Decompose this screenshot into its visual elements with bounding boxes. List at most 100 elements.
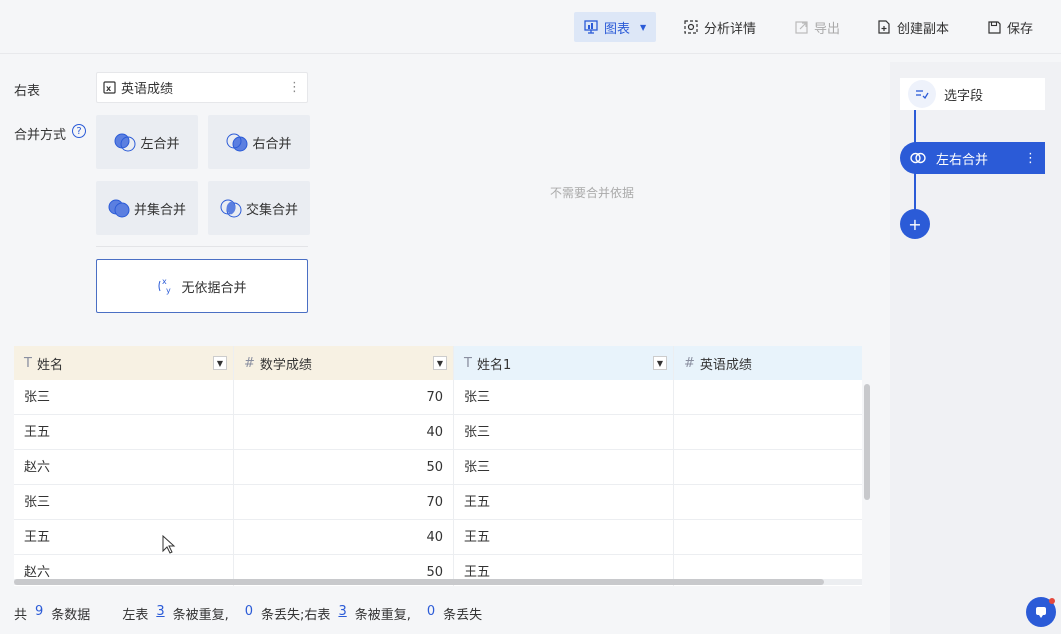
right-table-select[interactable]: x 英语成绩 ⋮ [96,72,308,103]
horizontal-scrollbar[interactable] [14,579,824,585]
column-header-english[interactable]: # 英语成绩 [674,346,862,380]
cell[interactable]: 张三 [454,450,674,485]
step-select-fields[interactable]: 选字段 [900,78,1045,110]
cell[interactable]: 70 [234,380,454,415]
number-type-icon: # [244,355,255,371]
analysis-icon [684,20,698,34]
left-merge-button[interactable]: 左合并 [96,115,198,169]
cell[interactable] [674,485,862,520]
table-row: 王五 40 张三 [14,415,862,450]
copy-icon [878,20,890,34]
xy-icon: xy [158,277,171,295]
chart-icon [584,20,598,34]
cell[interactable]: 张三 [14,485,234,520]
total-suffix: 条数据 [51,608,91,623]
union-merge-button[interactable]: 并集合并 [96,181,198,235]
divider [96,246,308,247]
left-merge-label: 左合并 [140,136,180,152]
excel-icon: x [103,81,116,94]
cell[interactable]: 王五 [14,520,234,555]
status-footer: 共 9 条数据 左表 3 条被重复, 0 条丢失; 右表 3 条被重复, 0 条… [14,604,482,623]
column-name: 姓名1 [476,357,512,373]
export-icon [795,20,808,34]
intersect-merge-button[interactable]: 交集合并 [208,181,310,235]
analysis-details-button[interactable]: 分析详情 [684,12,756,42]
cell[interactable]: 张三 [454,380,674,415]
dropdown-icon[interactable]: ▼ [653,356,667,370]
toolbar: 图表 ▼ 分析详情 导出 创建副本 保存 [0,0,1061,54]
right-table-label: 右表 [304,608,331,623]
chart-button[interactable]: 图表 ▼ [574,12,657,42]
svg-text:y: y [166,286,171,295]
column-header-name1[interactable]: T 姓名1 ▼ [454,346,674,380]
table-row: 王五 40 王五 [14,520,862,555]
cell[interactable]: 张三 [14,380,234,415]
right-merge-button[interactable]: 右合并 [208,115,310,169]
merge-mode-label: 合并方式 [14,128,67,143]
chevron-down-icon: ▼ [640,22,647,32]
more-icon[interactable]: ⋮ [1024,151,1037,166]
cell[interactable]: 王五 [454,520,674,555]
column-header-math[interactable]: # 数学成绩 ▼ [234,346,454,380]
create-copy-button[interactable]: 创建副本 [877,12,949,42]
analysis-label: 分析详情 [704,21,757,37]
left-table-label: 左表 [122,608,149,623]
no-basis-merge-button[interactable]: xy 无依据合并 [96,259,308,313]
text-type-icon: T [24,355,32,371]
dup-suffix: 条被重复, [354,608,411,623]
notification-dot [1049,598,1055,604]
column-name: 姓名 [36,357,63,373]
column-header-name[interactable]: T 姓名 ▼ [14,346,234,380]
lost-suffix: 条丢失 [443,608,483,623]
cell[interactable]: 70 [234,485,454,520]
table-row: 张三 70 王五 [14,485,862,520]
cell[interactable] [674,415,862,450]
cell[interactable]: 王五 [14,415,234,450]
save-button[interactable]: 保存 [988,12,1033,42]
total-prefix: 共 [14,608,28,623]
left-merge-icon [114,133,136,152]
intersect-merge-label: 交集合并 [245,202,298,218]
lost-suffix: 条丢失; [261,608,305,623]
export-button[interactable]: 导出 [795,12,840,42]
cell[interactable] [674,450,862,485]
cell[interactable] [674,380,862,415]
mouse-cursor-icon [162,535,176,554]
add-step-button[interactable]: + [900,209,930,239]
cell[interactable]: 张三 [454,415,674,450]
dup-suffix: 条被重复, [172,608,229,623]
cell[interactable]: 赵六 [14,450,234,485]
left-dup-count[interactable]: 3 [156,604,164,623]
help-chat-button[interactable] [1026,597,1056,627]
right-dup-count[interactable]: 3 [338,604,346,623]
help-icon[interactable]: ? [72,124,86,138]
union-merge-label: 并集合并 [133,202,186,218]
column-name: 数学成绩 [259,357,312,373]
union-merge-icon [108,199,130,218]
text-type-icon: T [464,355,472,371]
right-table-value: 英语成绩 [121,82,174,97]
more-icon[interactable]: ⋮ [288,80,301,95]
dropdown-icon[interactable]: ▼ [433,356,447,370]
table-row: 张三 70 张三 [14,380,862,415]
save-icon [988,20,1001,34]
cell[interactable]: 40 [234,520,454,555]
cell[interactable] [674,520,862,555]
cell[interactable]: 40 [234,415,454,450]
steps-sidebar: 选字段 左右合并 ⋮ + [890,62,1061,634]
dropdown-icon[interactable]: ▼ [213,356,227,370]
cell[interactable]: 王五 [454,485,674,520]
total-count: 9 [35,604,44,619]
no-basis-needed-text: 不需要合并依据 [550,186,635,200]
no-basis-label: 无依据合并 [181,280,247,296]
chat-icon [1036,607,1046,618]
export-label: 导出 [814,21,841,37]
right-table-label: 右表 [14,84,41,99]
table-row: 赵六 50 张三 [14,450,862,485]
save-label: 保存 [1007,21,1034,37]
data-grid: T 姓名 ▼ # 数学成绩 ▼ T 姓名1 ▼ # 英语成绩 张三 70 张三 … [14,346,862,586]
step-left-right-merge[interactable]: 左右合并 ⋮ [900,142,1045,174]
cell[interactable]: 50 [234,450,454,485]
vertical-scrollbar[interactable] [864,384,870,500]
left-lost-count: 0 [244,604,254,619]
